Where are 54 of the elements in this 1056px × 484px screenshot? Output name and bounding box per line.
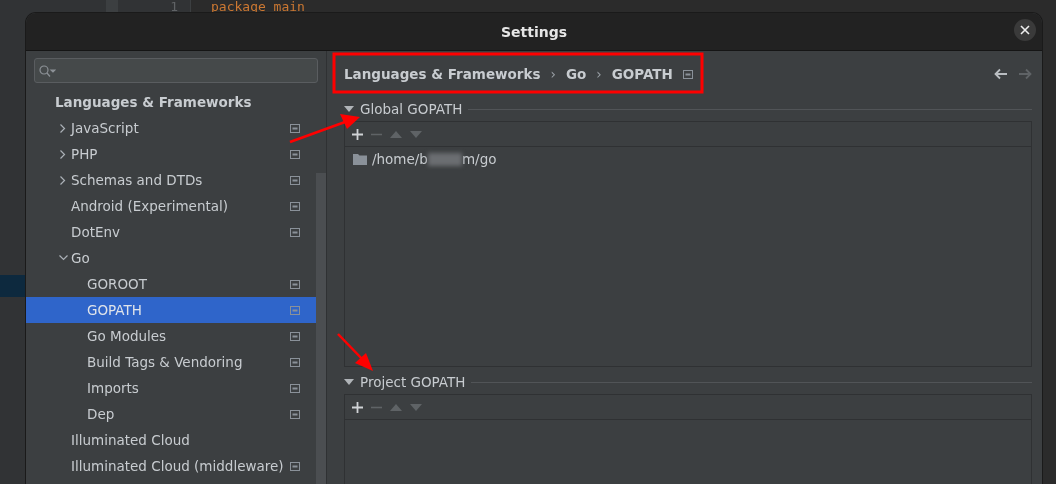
tree-item[interactable]: DotEnv (26, 219, 316, 245)
annotation-arrow (337, 333, 373, 371)
project-icon (290, 279, 300, 289)
tree-item[interactable]: PHP (26, 141, 316, 167)
breadcrumb-item: GOPATH (611, 66, 673, 82)
breadcrumb-item: Go (565, 66, 587, 82)
line-highlight (0, 275, 26, 297)
tree-item[interactable]: Illuminated Cloud (26, 427, 316, 453)
section-title: Global GOPATH (360, 101, 463, 117)
search-icon (39, 64, 56, 77)
add-button[interactable] (352, 401, 363, 413)
close-icon[interactable] (1020, 25, 1030, 35)
tree-item[interactable]: Go (26, 245, 316, 271)
breadcrumb-separator: › (550, 66, 556, 82)
project-icon (290, 227, 300, 237)
project-icon (290, 357, 300, 367)
tree-item[interactable]: Dep (26, 401, 316, 427)
tree-category[interactable]: Languages & Frameworks (26, 89, 316, 115)
project-icon (290, 331, 300, 341)
close-button[interactable] (1014, 19, 1036, 41)
tree-item[interactable]: Schemas and DTDs (26, 167, 316, 193)
tree-item[interactable]: JavaScript (26, 115, 316, 141)
chevron-right-icon[interactable] (60, 123, 66, 133)
tree-item[interactable]: Go Modules (26, 323, 316, 349)
breadcrumb-separator: › (596, 66, 602, 82)
annotation-arrow (289, 114, 360, 144)
breadcrumb-item: Languages & Frameworks (344, 66, 541, 82)
tree-item[interactable]: Android (Experimental) (26, 193, 316, 219)
tree-item[interactable]: GOROOT (26, 271, 316, 297)
collapse-arrow-icon[interactable] (344, 106, 354, 112)
path-text[interactable]: /home/b m/go (372, 151, 497, 167)
project-icon (290, 461, 300, 471)
project-icon (290, 305, 300, 315)
tree-item[interactable]: GOPATH (26, 297, 316, 323)
folder-icon (353, 153, 367, 165)
tree-item[interactable]: Build Tags & Vendoring (26, 349, 316, 375)
project-icon (290, 123, 300, 133)
search-field[interactable] (34, 58, 318, 83)
tree-item[interactable]: Illuminated Cloud (middleware) (26, 453, 316, 479)
project-icon (290, 201, 300, 211)
collapse-arrow-icon[interactable] (344, 379, 354, 385)
chevron-right-icon[interactable] (60, 149, 66, 159)
scrollbar[interactable] (316, 173, 326, 484)
project-icon (290, 149, 300, 159)
chevron-right-icon[interactable] (60, 175, 66, 185)
tree-item[interactable]: Imports (26, 375, 316, 401)
section-title: Project GOPATH (360, 374, 466, 390)
project-icon (290, 175, 300, 185)
add-button[interactable] (352, 128, 363, 140)
project-icon (290, 409, 300, 419)
back-button[interactable] (994, 68, 1008, 80)
chevron-down-icon[interactable] (58, 255, 68, 261)
project-icon (290, 383, 300, 393)
window-title: Settings (500, 23, 568, 40)
